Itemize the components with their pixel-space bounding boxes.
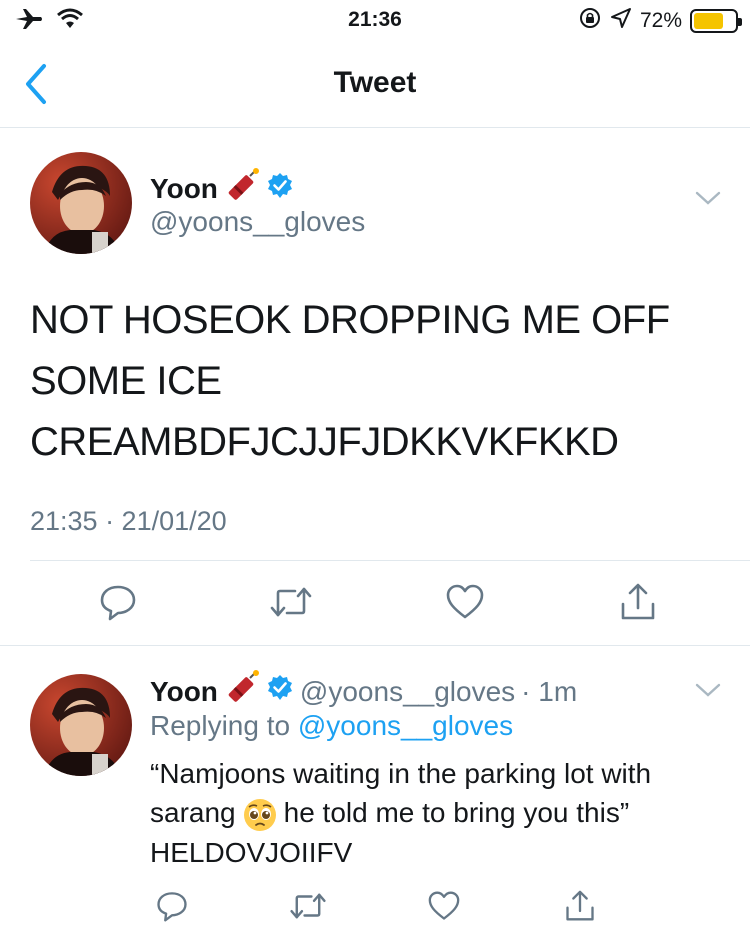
pleading-face-emoji-icon xyxy=(242,797,278,833)
firecracker-emoji-icon xyxy=(224,670,260,713)
author-handle[interactable]: @yoons__gloves xyxy=(300,676,515,708)
tweet-text-line: SOME ICE xyxy=(30,359,222,403)
heart-icon xyxy=(446,584,483,619)
reply-button[interactable] xyxy=(96,580,140,624)
author-row: Yoon xyxy=(150,168,294,209)
retweet-icon xyxy=(290,893,326,919)
reply-icon xyxy=(100,585,136,621)
like-button[interactable] xyxy=(422,884,466,928)
rotation-lock-icon xyxy=(578,6,602,36)
replying-prefix: Replying to xyxy=(150,710,291,741)
author-handle[interactable]: @yoons__gloves xyxy=(150,206,365,238)
display-name[interactable]: Yoon xyxy=(150,173,218,205)
share-button[interactable] xyxy=(616,580,660,624)
reply-text-line: sarang he told me to bring you this” xyxy=(150,793,730,833)
more-options-button[interactable] xyxy=(694,188,722,213)
main-tweet[interactable]: Yoon @yoons__gloves NOT HOSEOK DROPPING … xyxy=(0,128,750,646)
tweet-text-line: NOT HOSEOK DROPPING ME OFF xyxy=(30,298,670,342)
status-bar: 21:36 72% xyxy=(0,0,750,40)
more-options-button[interactable] xyxy=(694,680,722,705)
avatar[interactable] xyxy=(30,152,132,254)
replying-to: Replying to @yoons__gloves xyxy=(150,710,513,742)
avatar[interactable] xyxy=(30,674,132,776)
page-title: Tweet xyxy=(333,66,417,99)
reply-text-fragment: sarang xyxy=(150,797,236,828)
tweet-age: · 1m xyxy=(521,675,578,707)
avatar-image xyxy=(30,674,132,776)
reply-actions xyxy=(150,884,602,928)
location-arrow-icon xyxy=(610,7,632,35)
retweet-button[interactable] xyxy=(286,884,330,928)
retweet-button[interactable] xyxy=(269,580,313,624)
like-button[interactable] xyxy=(443,580,487,624)
battery-percent: 72% xyxy=(639,9,682,32)
reply-text-line: HELDOVJOIIFV xyxy=(150,836,353,868)
tweet-text-line: CREAMBDFJCJJFJDKKVKFKKD xyxy=(30,420,619,464)
heart-icon xyxy=(428,891,460,920)
chevron-down-icon xyxy=(695,191,721,205)
display-name[interactable]: Yoon xyxy=(150,676,218,708)
divider xyxy=(30,560,750,561)
share-icon xyxy=(621,583,655,620)
reply-icon xyxy=(157,892,187,922)
nav-bar: Tweet xyxy=(0,40,750,128)
replying-to-link[interactable]: @yoons__gloves xyxy=(298,710,513,741)
chevron-down-icon xyxy=(695,683,721,697)
reply-button[interactable] xyxy=(150,884,194,928)
retweet-icon xyxy=(271,587,312,617)
verified-badge-icon xyxy=(266,674,294,709)
battery-icon xyxy=(690,9,742,33)
share-icon xyxy=(566,890,594,921)
reply-text: “Namjoons waiting in the parking lot wit… xyxy=(150,754,730,872)
tweet-text: NOT HOSEOK DROPPING ME OFF SOME ICE CREA… xyxy=(30,290,720,473)
verified-badge-icon xyxy=(266,172,294,205)
tweet-actions xyxy=(96,580,660,624)
reply-text-fragment: he told me to bring you this” xyxy=(283,797,630,828)
battery-tip xyxy=(738,18,742,26)
share-button[interactable] xyxy=(558,884,602,928)
firecracker-emoji-icon xyxy=(224,168,260,209)
reply-text-line: “Namjoons waiting in the parking lot wit… xyxy=(150,758,652,789)
battery-fill xyxy=(694,13,723,29)
avatar-image xyxy=(30,152,132,254)
tweet-timestamp[interactable]: 21:35 · 21/01/20 xyxy=(30,506,227,537)
reply-tweet[interactable]: Yoon @yoons__gloves · 1m Replying to @yo… xyxy=(0,646,750,930)
reply-author-row: Yoon @yoons__gloves · 1m xyxy=(150,670,577,713)
status-right: 72% xyxy=(578,6,742,36)
